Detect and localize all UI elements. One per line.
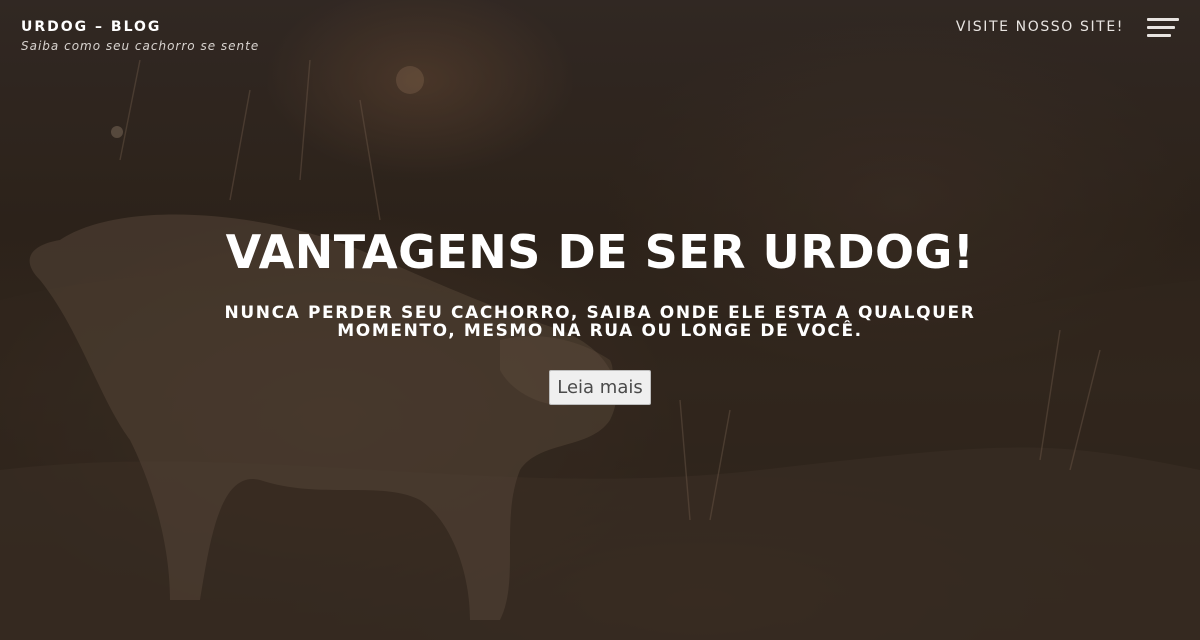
hero-title: VANTAGENS DE SER URDOG!: [225, 225, 975, 279]
menu-line-bottom: [1147, 34, 1171, 37]
read-more-button[interactable]: Leia mais: [549, 370, 651, 405]
hamburger-menu-icon[interactable]: [1147, 18, 1179, 40]
site-title[interactable]: URDOG – BLOG: [21, 18, 259, 36]
visit-site-link[interactable]: VISITE NOSSO SITE!: [956, 18, 1124, 36]
hero-subtitle: NUNCA PERDER SEU CACHORRO, SAIBA ONDE EL…: [224, 303, 976, 341]
menu-line-middle: [1147, 26, 1175, 29]
site-branding: URDOG – BLOG Saiba como seu cachorro se …: [21, 18, 259, 54]
hero-content: VANTAGENS DE SER URDOG! NUNCA PERDER SEU…: [0, 222, 1200, 405]
site-tagline: Saiba como seu cachorro se sente: [21, 39, 260, 53]
menu-line-top: [1147, 18, 1179, 21]
hero-section: URDOG – BLOG Saiba como seu cachorro se …: [0, 0, 1200, 640]
